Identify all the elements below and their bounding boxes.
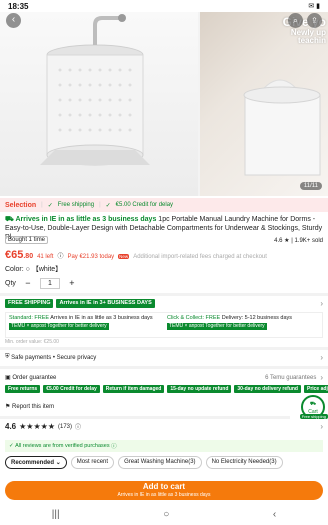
color-value: 【white】 (31, 266, 63, 273)
guarantee-tag: Return if item damaged (102, 385, 165, 393)
chevron-right-icon[interactable]: › (320, 299, 323, 308)
truck-icon: ⛟ (5, 216, 16, 223)
arrival-text: Arrives in IE in as little as 3 business… (15, 216, 157, 223)
separator: | (41, 202, 43, 208)
divider (0, 416, 290, 419)
back-button[interactable]: ‹ (6, 13, 21, 28)
guarantee-tag: Free returns (5, 385, 41, 393)
system-nav-bar: ||| ○ ‹ (0, 503, 328, 525)
arrival-tag: Arrives in IE in 3+ BUSINESS DAYS (56, 299, 155, 308)
chevron-down-icon: ⌄ (55, 460, 61, 466)
guarantee-tag: €5.00 Credit for delay (43, 385, 100, 393)
bought-row: Bought 1 time 4.6 ★ | 1.9K+ sold (5, 236, 323, 244)
price-row: €65.80 41 left ⓘ Pay €21.93 today New Ad… (5, 249, 323, 261)
filter-recommended[interactable]: Recommended ⌄ (5, 456, 67, 469)
click-collect-shipping[interactable]: Click & Collect: FREE Delivery: 5-12 bus… (164, 313, 322, 337)
chevron-right-icon: › (320, 422, 323, 431)
free-shipping-tag: FREE SHIPPING (5, 299, 54, 308)
check-icon: ✓ (105, 202, 111, 209)
chevron-right-icon: › (320, 373, 323, 382)
quantity-input[interactable]: 1 (39, 278, 60, 289)
stock-left: 41 left (37, 254, 54, 260)
add-to-cart-button[interactable]: Add to cart Arrives in IE in as little a… (5, 481, 323, 500)
star-icon: ★ (284, 237, 290, 244)
free-shipping-badge: Free shipping (299, 414, 328, 419)
filter-most-recent[interactable]: Most recent (70, 456, 115, 469)
plus-icon[interactable]: + (66, 278, 78, 289)
home-icon[interactable]: ○ (163, 509, 169, 520)
qty-label: Qty (5, 280, 16, 287)
bought-badge: Bought 1 time (5, 236, 49, 244)
standard-shipping[interactable]: Standard: FREE Arrives in IE in as littl… (6, 313, 164, 337)
guarantee-tag: 15-day no update refund (167, 385, 232, 393)
chevron-left-icon: ‹ (11, 14, 16, 25)
guarantee-tag: Price adj (303, 385, 328, 393)
review-count: (173) (57, 423, 72, 430)
verified-banner: ✓ All reviews are from verified purchase… (5, 440, 323, 452)
divider (0, 347, 328, 350)
flag-icon: ⚑ (5, 404, 13, 410)
credit-label: €5.00 Credit for delay (115, 202, 174, 208)
color-row[interactable]: Color: ○ 【white】 (5, 264, 323, 274)
chevron-right-icon: › (320, 353, 323, 362)
shipping-options: Standard: FREE Arrives in IE in as littl… (5, 312, 323, 338)
price: €65.80 (5, 249, 34, 261)
quantity-row: Qty − 1 + (5, 278, 323, 289)
guarantee-tags: Free returns €5.00 Credit for delay Retu… (5, 385, 328, 393)
partner-tag: TEMU × anpost Together for better delive… (9, 323, 109, 330)
recents-icon[interactable]: ||| (52, 509, 60, 520)
image-counter: 11/11 (299, 182, 322, 190)
status-icons: ✉ ▮ (308, 3, 320, 10)
white-swatch-icon: ○ (25, 266, 30, 273)
check-icon: ✓ (47, 202, 53, 209)
minus-icon[interactable]: − (22, 278, 34, 289)
filter-no-electricity[interactable]: No Electricity Needed(3) (205, 456, 283, 469)
filter-great-washing[interactable]: Great Washing Machine(3) (118, 456, 202, 469)
partner-tag: TEMU × anpost Together for better delive… (167, 323, 267, 330)
pay-today[interactable]: Pay €21.93 today (67, 254, 114, 260)
shipping-tags[interactable]: FREE SHIPPING Arrives in IE in 3+ BUSINE… (5, 299, 323, 308)
package-icon: ▣ (5, 375, 13, 381)
review-filters: Recommended ⌄ Most recent Great Washing … (5, 456, 323, 469)
guarantee-tag: 30-day no delivery refund (234, 385, 301, 393)
divider (0, 366, 328, 369)
selection-label: Selection (5, 201, 37, 209)
gallery-actions: ⌕ ⇪ (288, 13, 322, 28)
product-image-secondary[interactable]: Give yo Newly up teachin 11/11 (200, 0, 328, 196)
new-badge: New (118, 254, 130, 259)
separator: | (99, 202, 101, 208)
search-icon[interactable]: ⌕ (288, 13, 303, 28)
review-score: 4.6 (5, 422, 17, 431)
divider (0, 293, 328, 296)
status-bar: 18:35 ✉ ▮ (0, 0, 328, 12)
product-image-main[interactable] (0, 0, 198, 196)
info-icon[interactable]: ⓘ (57, 251, 63, 260)
clock: 18:35 (8, 1, 29, 11)
product-gallery[interactable]: Give yo Newly up teachin 11/11 (0, 0, 328, 196)
back-icon[interactable]: ‹ (273, 509, 276, 520)
selection-bar: Selection | ✓ Free shipping | ✓ €5.00 Cr… (0, 198, 328, 212)
free-shipping-label: Free shipping (57, 202, 95, 208)
cart-icon: ⛟ (309, 401, 317, 407)
reviews-header[interactable]: 4.6 ★★★★★ (173) ⓘ › (5, 422, 323, 431)
min-order: Min. order value: €25.00 (5, 339, 59, 345)
share-icon[interactable]: ⇪ (307, 13, 322, 28)
report-item-row[interactable]: ⚑ Report this item (5, 403, 323, 411)
laundry-machine-illustration (40, 14, 150, 166)
safe-payments-row[interactable]: ⛨ Safe payments • Secure privacy › (5, 353, 323, 362)
star-rating: ★★★★★ (19, 422, 55, 431)
import-fees: Additional import-related fees charged a… (133, 254, 267, 260)
info-icon[interactable]: ⓘ (110, 442, 117, 450)
rating-summary[interactable]: 4.6 ★ | 1.9K+ sold (274, 237, 323, 244)
order-guarantee-row[interactable]: ▣ Order guarantee 6 Temu guarantees › (5, 373, 323, 382)
info-icon[interactable]: ⓘ (75, 422, 81, 431)
